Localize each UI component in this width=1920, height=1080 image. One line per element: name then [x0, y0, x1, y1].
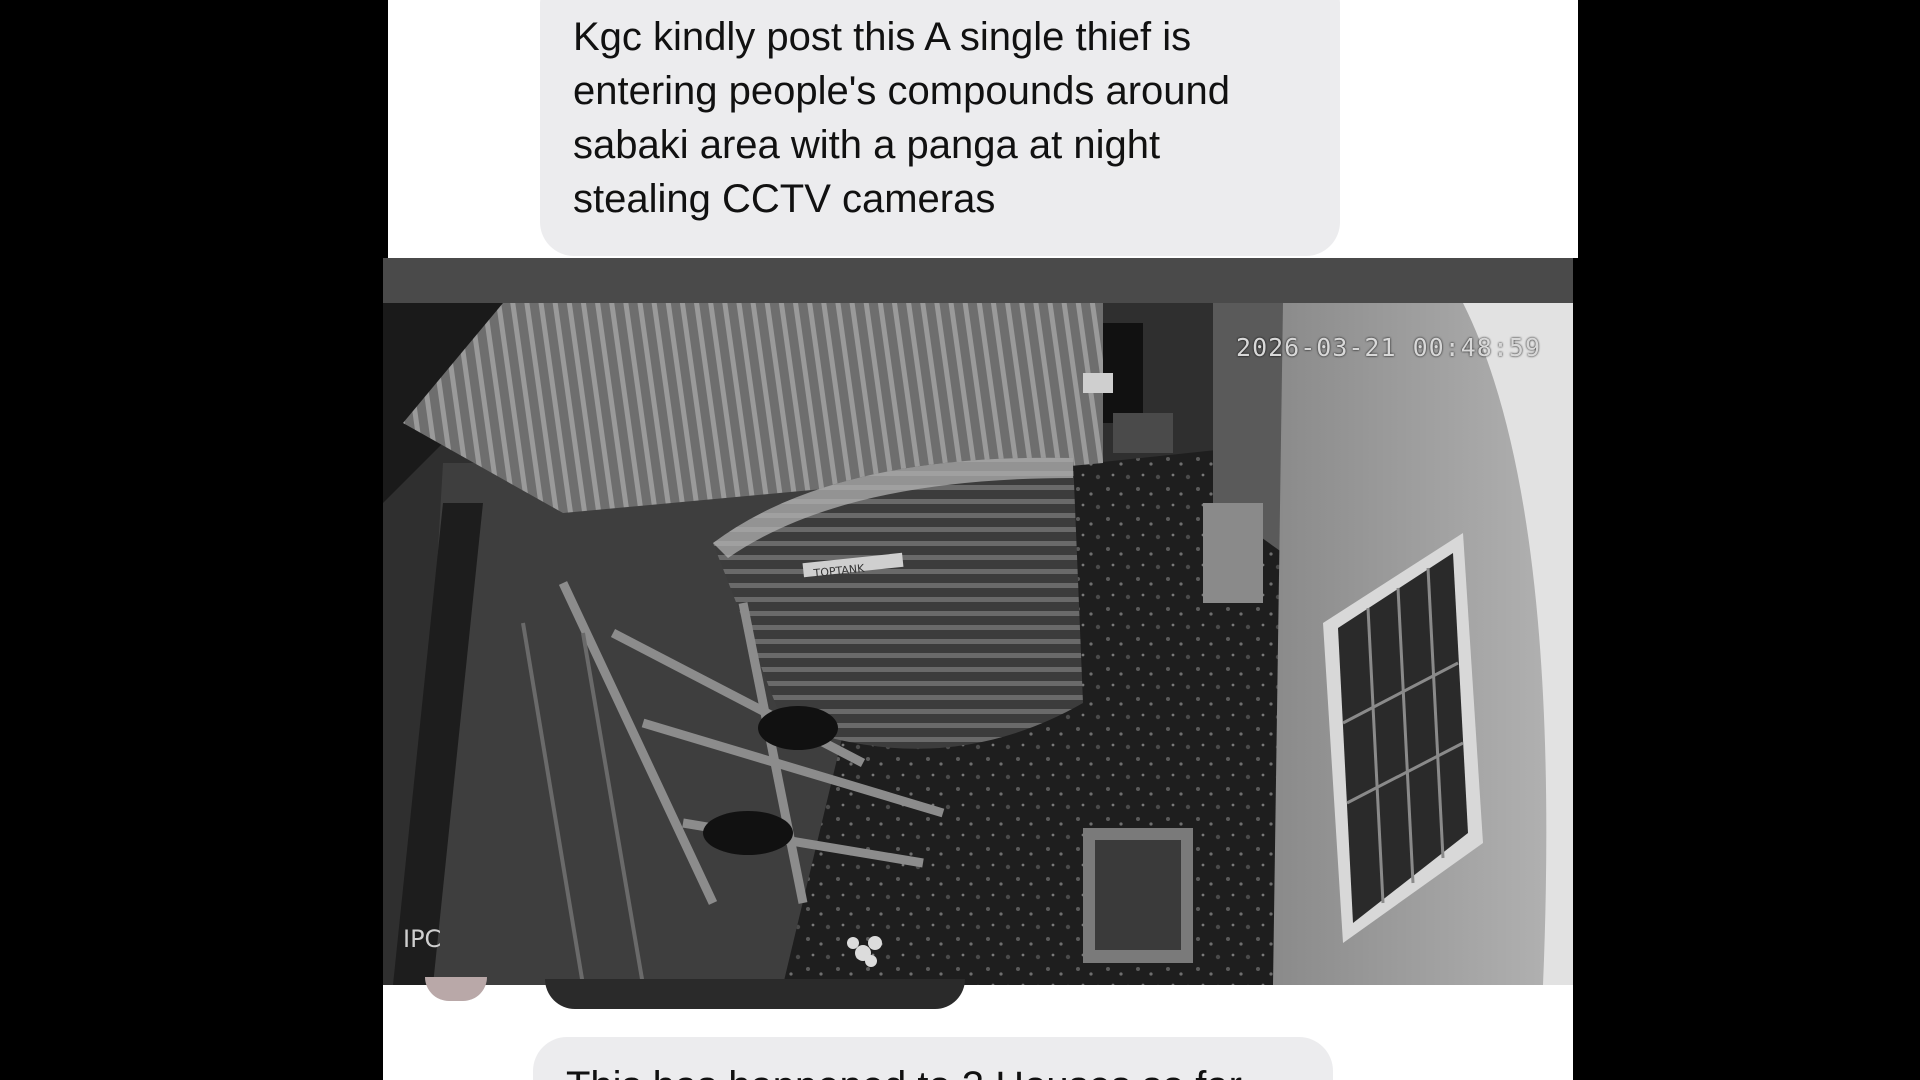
- avatar[interactable]: [425, 977, 487, 1001]
- video-frame: Kgc kindly post this A single thief is e…: [0, 0, 1920, 1080]
- cctv-camera-label: IPC: [403, 925, 442, 953]
- cctv-scene: TOPTANK: [383, 303, 1573, 985]
- message-bubble-bottom[interactable]: This has happened to 3 Houses so far: [533, 1037, 1333, 1080]
- chat-panel-bottom: This has happened to 3 Houses so far: [383, 977, 1573, 1080]
- message-text-top: Kgc kindly post this A single thief is e…: [573, 15, 1230, 221]
- chat-panel-top: Kgc kindly post this A single thief is e…: [388, 0, 1578, 258]
- image-header-band: [383, 258, 1573, 304]
- cctv-image[interactable]: TOPTANK 2026-03-21 00:48:59 IPC: [383, 303, 1573, 985]
- cctv-timestamp: 2026-03-21 00:48:59: [1236, 333, 1541, 362]
- message-bubble-top[interactable]: Kgc kindly post this A single thief is e…: [540, 0, 1340, 256]
- media-caption-bar: [545, 979, 965, 1009]
- message-text-bottom: This has happened to 3 Houses so far: [566, 1064, 1242, 1080]
